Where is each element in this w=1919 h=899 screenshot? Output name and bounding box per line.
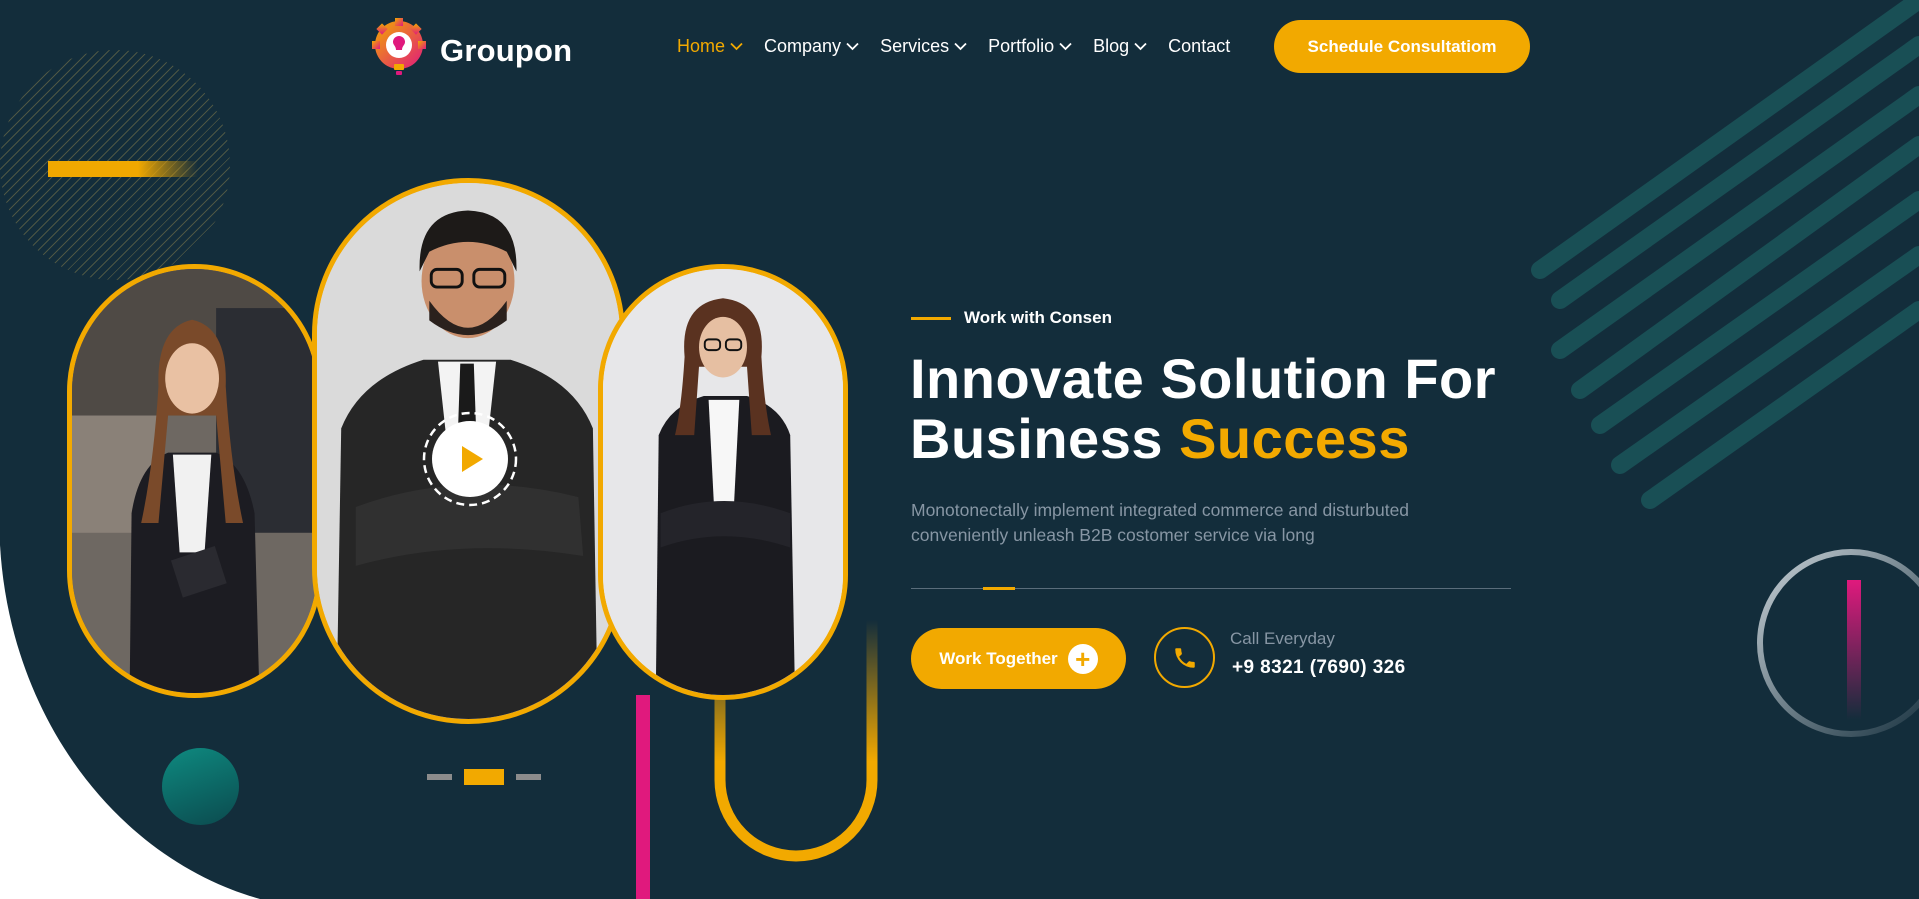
headline-highlight: Success xyxy=(1179,407,1410,470)
nav-item-label: Company xyxy=(764,36,842,56)
phone-icon xyxy=(1174,647,1195,668)
lightbulb-gear-icon xyxy=(372,18,426,75)
slider-dot-active[interactable] xyxy=(464,769,504,785)
nav-item-label: Home xyxy=(677,36,726,56)
headline-line-2: Business xyxy=(910,407,1180,470)
slider-dot[interactable] xyxy=(516,774,541,780)
work-together-button[interactable]: Work Together + xyxy=(911,628,1126,689)
chevron-down-icon xyxy=(1059,42,1072,51)
businesswoman-image xyxy=(72,269,317,693)
hero-divider-accent xyxy=(983,587,1015,590)
nav-item-portfolio[interactable]: Portfolio xyxy=(988,36,1072,57)
decorative-yellow-bar xyxy=(48,161,198,177)
team-photo-right xyxy=(598,264,848,700)
team-photo-left xyxy=(67,264,322,698)
chevron-down-icon xyxy=(730,42,743,51)
brand-logo[interactable]: Groupon xyxy=(372,18,572,84)
main-nav: Home Company Services Portfolio Blog Con… xyxy=(677,36,1251,57)
hero-headline: Innovate Solution For Business Success xyxy=(910,349,1496,469)
nav-item-label: Contact xyxy=(1168,36,1231,56)
nav-item-label: Services xyxy=(880,36,950,56)
chevron-down-icon xyxy=(1134,42,1147,51)
hero-description: Monotonectally implement integrated comm… xyxy=(911,500,1410,545)
nav-item-contact[interactable]: Contact xyxy=(1168,36,1230,57)
nav-item-home[interactable]: Home xyxy=(677,36,743,57)
nav-item-label: Blog xyxy=(1093,36,1130,56)
call-phone-number[interactable]: +9 8321 (7690) 326 xyxy=(1232,657,1406,679)
play-video-button[interactable] xyxy=(421,410,519,508)
tagline-accent-line xyxy=(911,316,951,320)
hero-tagline: Work with Consen xyxy=(911,308,1112,328)
slider-pagination xyxy=(427,769,541,785)
nav-item-blog[interactable]: Blog xyxy=(1093,36,1147,57)
brand-name: Groupon xyxy=(440,33,573,68)
schedule-consultation-button[interactable]: Schedule Consultatiom xyxy=(1274,20,1530,73)
plus-icon: + xyxy=(1067,643,1098,674)
slider-dot[interactable] xyxy=(427,774,452,780)
headline-line-1: Innovate Solution For xyxy=(910,347,1497,410)
nav-item-company[interactable]: Company xyxy=(764,36,859,57)
nav-item-label: Portfolio xyxy=(988,36,1055,56)
work-together-label: Work Together xyxy=(939,648,1058,668)
call-label: Call Everyday xyxy=(1230,629,1335,648)
call-button[interactable] xyxy=(1154,627,1215,688)
tagline-text: Work with Consen xyxy=(964,308,1112,327)
chevron-down-icon xyxy=(846,42,859,51)
businesswoman-image xyxy=(603,269,843,695)
chevron-down-icon xyxy=(954,42,967,51)
nav-item-services[interactable]: Services xyxy=(880,36,967,57)
decorative-teal-circle xyxy=(162,748,239,825)
